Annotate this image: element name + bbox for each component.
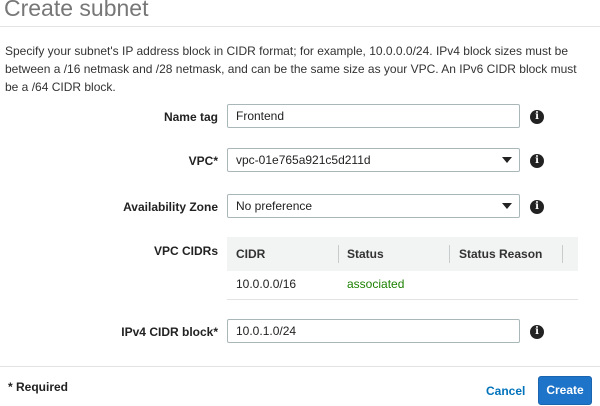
info-icon[interactable]: i: [530, 325, 544, 339]
chevron-down-icon: [502, 203, 512, 209]
row-divider: [227, 299, 578, 300]
vpc-cidrs-table: CIDR Status Status Reason 10.0.0.0/16 as…: [227, 237, 578, 300]
vpc-value: vpc-01e765a921c5d211d: [236, 153, 371, 167]
column-header-status: Status: [347, 247, 384, 261]
ipv4-cidr-block-input[interactable]: 10.0.1.0/24: [227, 319, 520, 343]
name-tag-label: Name tag: [163, 110, 218, 124]
name-tag-value: Frontend: [236, 109, 285, 123]
page-description: Specify your subnet's IP address block i…: [5, 44, 577, 94]
ipv4-cidr-block-value: 10.0.1.0/24: [236, 324, 297, 338]
vpc-cidrs-label: VPC CIDRs: [153, 244, 218, 258]
info-icon[interactable]: i: [530, 154, 544, 168]
create-subnet-page: Create subnet Specify your subnet's IP a…: [0, 0, 600, 406]
column-header-cidr: CIDR: [236, 247, 266, 261]
column-divider: [338, 245, 339, 263]
cidr-cell: 10.0.0.0/16: [236, 277, 297, 291]
ipv4-cidr-block-label: IPv4 CIDR block*: [121, 325, 218, 339]
page-title: Create subnet: [4, 0, 149, 21]
vpc-select[interactable]: vpc-01e765a921c5d211d: [227, 148, 520, 172]
column-header-status-reason: Status Reason: [459, 247, 543, 261]
required-note: * Required: [8, 380, 69, 394]
name-tag-input[interactable]: Frontend: [227, 104, 520, 128]
availability-zone-select[interactable]: No preference: [227, 194, 520, 218]
availability-zone-label: Availability Zone: [123, 200, 218, 214]
title-divider: [0, 26, 600, 27]
column-divider: [562, 245, 563, 263]
status-cell: associated: [347, 277, 405, 291]
info-icon[interactable]: i: [530, 200, 544, 214]
info-icon[interactable]: i: [530, 110, 544, 124]
create-button[interactable]: Create: [538, 376, 592, 405]
availability-zone-value: No preference: [236, 199, 313, 213]
column-divider: [449, 245, 450, 263]
cancel-button[interactable]: Cancel: [486, 384, 525, 398]
vpc-label: VPC*: [188, 154, 218, 168]
table-header: CIDR Status Status Reason: [227, 237, 578, 271]
footer-divider: [0, 366, 600, 367]
chevron-down-icon: [502, 157, 512, 163]
